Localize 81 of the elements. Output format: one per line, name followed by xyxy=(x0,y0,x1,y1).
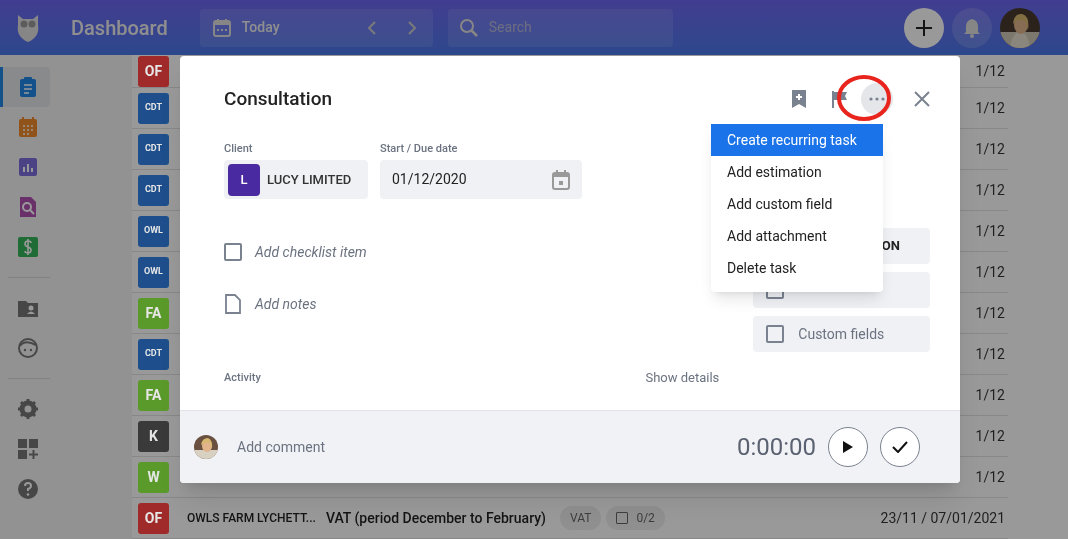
add-button[interactable] xyxy=(904,7,944,48)
calendar-icon xyxy=(17,116,39,138)
due-date: 1/12 xyxy=(975,303,1005,323)
client-badge: CDT xyxy=(138,133,169,165)
date-label: Today xyxy=(241,18,280,37)
client-name: OWLS FARM LYCHETT... xyxy=(187,510,316,527)
client-badge: CDT xyxy=(138,338,169,370)
gear-icon xyxy=(17,398,39,420)
play-icon xyxy=(843,441,853,453)
client-badge: FA xyxy=(138,379,169,411)
due-date: 1/12 xyxy=(975,385,1005,405)
complete-button[interactable] xyxy=(880,427,920,467)
section-label: Activity xyxy=(224,369,261,386)
task-tag: VAT xyxy=(559,506,602,530)
document-search-icon xyxy=(17,196,39,218)
menu-item[interactable]: Create recurring task xyxy=(711,124,883,156)
due-date: 1/12 xyxy=(975,139,1005,159)
help-icon xyxy=(17,478,39,500)
owl-icon[interactable] xyxy=(15,12,41,43)
bookmark-add-icon[interactable] xyxy=(791,89,807,109)
client-badge: OWL xyxy=(138,256,169,288)
client-badge: OWL xyxy=(138,215,169,247)
close-icon[interactable] xyxy=(914,91,930,107)
due-date: 1/12 xyxy=(975,262,1005,282)
checklist-placeholder[interactable]: Add checklist item xyxy=(255,241,367,263)
bar-chart-icon xyxy=(17,156,39,178)
due-date: 1/12 xyxy=(975,221,1005,241)
clipboard-icon xyxy=(17,76,39,98)
search-icon xyxy=(458,17,479,38)
due-date: 1/12 xyxy=(975,61,1005,81)
menu-item[interactable]: Add custom field xyxy=(711,188,883,220)
ellipsis-icon xyxy=(869,97,885,101)
due-date: 1/12 xyxy=(975,467,1005,487)
client-avatar: L xyxy=(228,163,260,196)
client-name: LUCY LIMITED xyxy=(267,170,352,189)
field-label: Client xyxy=(224,141,254,157)
due-date: 1/12 xyxy=(975,98,1005,118)
client-field[interactable]: L LUCY LIMITED xyxy=(224,160,368,199)
play-button[interactable] xyxy=(828,427,868,467)
client-badge: CDT xyxy=(138,174,169,206)
due-date: 23/11 / 07/01/2021 xyxy=(880,508,1005,528)
menu-item[interactable]: Delete task xyxy=(711,252,883,284)
menu-item[interactable]: Add estimation xyxy=(711,156,883,188)
client-badge: OF xyxy=(138,502,169,534)
dialog-title: Consultation xyxy=(224,85,333,112)
sidebar-item[interactable] xyxy=(0,67,50,107)
calendar-icon xyxy=(211,17,232,38)
checklist-count: 0/2 xyxy=(606,506,665,530)
document-icon xyxy=(224,294,242,314)
client-badge: OF xyxy=(138,55,169,87)
chevron-right-icon[interactable] xyxy=(406,20,417,35)
due-date: 1/12 xyxy=(975,344,1005,364)
face-icon xyxy=(17,337,39,359)
chevron-left-icon[interactable] xyxy=(366,20,377,35)
client-badge: CDT xyxy=(138,92,169,124)
menu-item[interactable]: Add attachment xyxy=(711,220,883,252)
checkbox[interactable] xyxy=(766,325,785,343)
calendar-icon[interactable] xyxy=(552,169,570,190)
client-badge: K xyxy=(138,420,169,452)
client-badge: FA xyxy=(138,297,169,329)
timer-display: 0:00:00 xyxy=(736,432,816,463)
date-value: 01/12/2020 xyxy=(392,170,467,189)
field-label: Start / Due date xyxy=(380,141,459,157)
comment-field[interactable]: Add comment xyxy=(237,436,325,458)
notes-placeholder[interactable]: Add notes xyxy=(255,293,317,315)
checkmark-icon xyxy=(892,441,908,453)
checkbox[interactable] xyxy=(224,243,242,261)
client-badge: W xyxy=(138,461,169,493)
due-date: 1/12 xyxy=(975,180,1005,200)
show-details-link[interactable]: Show details xyxy=(645,368,720,388)
add-widget-icon xyxy=(17,438,39,460)
toggle-button[interactable]: Custom fields xyxy=(753,316,930,352)
date-field[interactable]: 01/12/2020 xyxy=(380,160,582,199)
page-title: Dashboard xyxy=(71,14,168,42)
plus-icon xyxy=(916,19,932,36)
highlight-circle xyxy=(836,74,892,122)
dollar-icon xyxy=(17,236,39,258)
due-date: 1/12 xyxy=(975,426,1005,446)
bell-icon xyxy=(963,17,981,38)
flag-icon[interactable] xyxy=(831,90,849,108)
task-title[interactable]: VAT (period December to February) xyxy=(325,507,546,529)
